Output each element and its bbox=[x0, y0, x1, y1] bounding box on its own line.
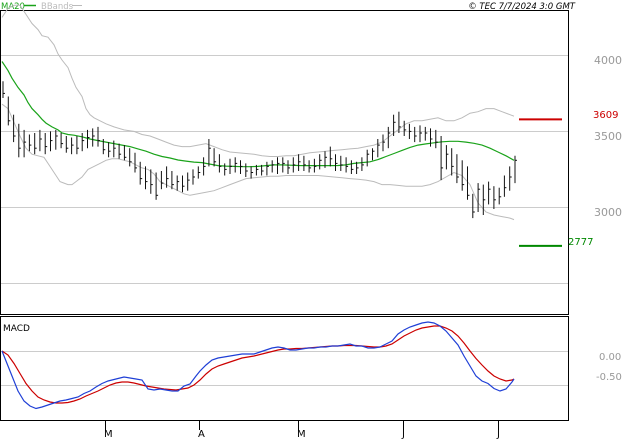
y-tick-label: 3000 bbox=[594, 206, 622, 219]
resistance-label: 3609 bbox=[593, 110, 618, 121]
support-label: 2777 bbox=[568, 237, 593, 248]
stock-chart: 4000 3500 3000 0.00 -0.50 MA20 BBands © … bbox=[0, 0, 627, 440]
x-axis: M A M J J bbox=[104, 421, 500, 440]
copyright-timestamp: © TEC 7/7/2024 3:0 GMT bbox=[468, 2, 576, 12]
x-tick-label: A bbox=[198, 429, 205, 440]
x-tick-label: M bbox=[104, 429, 113, 440]
macd-title: MACD bbox=[3, 324, 30, 334]
macd-panel bbox=[0, 316, 569, 421]
y-tick-label: 4000 bbox=[594, 54, 622, 67]
bbands-legend-label: BBands bbox=[41, 2, 74, 12]
macd-y-tick-label: -0.50 bbox=[596, 372, 622, 383]
chart-canvas: 4000 3500 3000 0.00 -0.50 MA20 BBands © … bbox=[0, 2, 622, 440]
macd-y-tick-label: 0.00 bbox=[599, 352, 621, 363]
x-tick-label: J bbox=[401, 429, 405, 440]
x-tick-label: M bbox=[297, 429, 306, 440]
y-tick-label: 3500 bbox=[594, 130, 622, 143]
x-tick-label: J bbox=[496, 429, 500, 440]
price-panel bbox=[0, 10, 569, 315]
